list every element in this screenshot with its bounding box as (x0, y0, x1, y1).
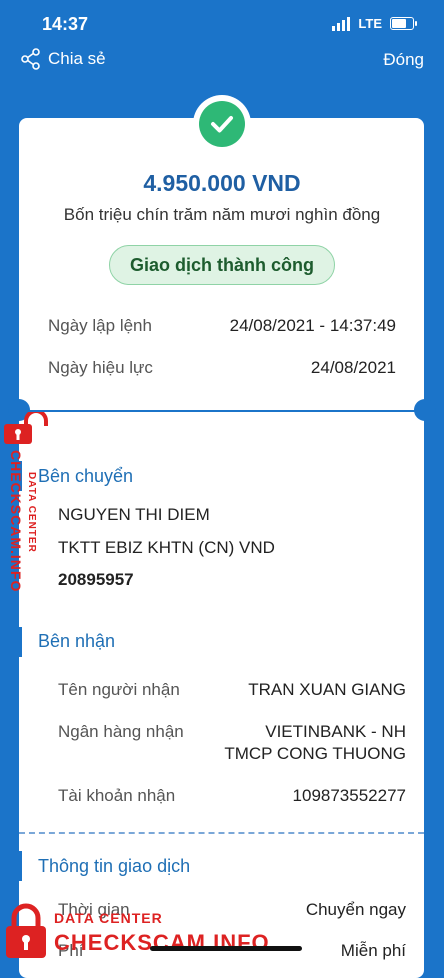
recipient-name: TRAN XUAN GIANG (248, 680, 406, 699)
share-label: Chia sẻ (48, 49, 106, 68)
recipient-section-title: Bên nhận (38, 631, 116, 651)
effective-date-label: Ngày hiệu lực (48, 358, 153, 377)
lock-icon (6, 903, 46, 958)
ticket-notch-right (414, 399, 436, 421)
watermark-bottom-line2: CHECKSCAM.INFO (54, 930, 270, 955)
network-type: LTE (358, 16, 382, 31)
status-badge: Giao dịch thành công (109, 245, 335, 285)
watermark-side-line1: DATA CENTER (26, 472, 37, 553)
top-bar: Chia sẻ Đóng (0, 46, 444, 76)
order-date-label: Ngày lập lệnh (48, 316, 152, 335)
battery-icon (390, 17, 417, 30)
sender-account-type: TKTT EBIZ KHTN (CN) VND (58, 538, 275, 557)
recipient-name-label: Tên người nhận (58, 680, 180, 699)
status-indicators: LTE (332, 16, 417, 31)
success-check-icon (199, 101, 245, 147)
recipient-section-marker (19, 627, 22, 657)
close-button[interactable]: Đóng (383, 50, 424, 70)
watermark-bottom: DATA CENTER CHECKSCAM.INFO (4, 902, 284, 960)
transfer-time-value: Chuyển ngay (305, 900, 406, 919)
share-icon (21, 48, 40, 70)
recipient-account-label: Tài khoản nhận (58, 786, 176, 805)
status-bar: 14:37 LTE (0, 0, 444, 46)
recipient-bank-line1: VIETINBANK - NH (265, 722, 406, 741)
home-indicator[interactable] (150, 946, 302, 951)
share-button[interactable]: Chia sẻ (20, 48, 106, 70)
recipient-bank-line2: TMCP CONG THUONG (224, 744, 406, 763)
section-divider (19, 410, 424, 412)
recipient-account: 109873552277 (292, 786, 406, 805)
dashed-divider (19, 832, 424, 834)
transaction-info-title: Thông tin giao dịch (38, 856, 191, 876)
amount: 4.950.000 VND (143, 170, 301, 196)
recipient-bank-label: Ngân hàng nhận (58, 722, 184, 741)
lock-icon (4, 412, 48, 444)
watermark-bottom-line1: DATA CENTER (54, 910, 163, 926)
sender-section-title: Bên chuyển (38, 466, 134, 486)
status-time: 14:37 (42, 14, 89, 34)
watermark-side-line2: CHECKSCAM.INFO (8, 450, 24, 593)
sender-name: NGUYEN THI DIEM (58, 505, 210, 524)
fee-value: Miễn phí (340, 941, 406, 960)
watermark-side: DATA CENTER CHECKSCAM.INFO (4, 412, 48, 622)
amount-in-words: Bốn triệu chín trăm năm mươi nghìn đồng (63, 205, 381, 224)
transaction-info-section-marker (19, 851, 22, 881)
sender-account-number: 20895957 (58, 570, 134, 589)
signal-icon (332, 16, 351, 31)
order-date-value: 24/08/2021 - 14:37:49 (229, 316, 396, 335)
effective-date-value: 24/08/2021 (310, 358, 396, 377)
